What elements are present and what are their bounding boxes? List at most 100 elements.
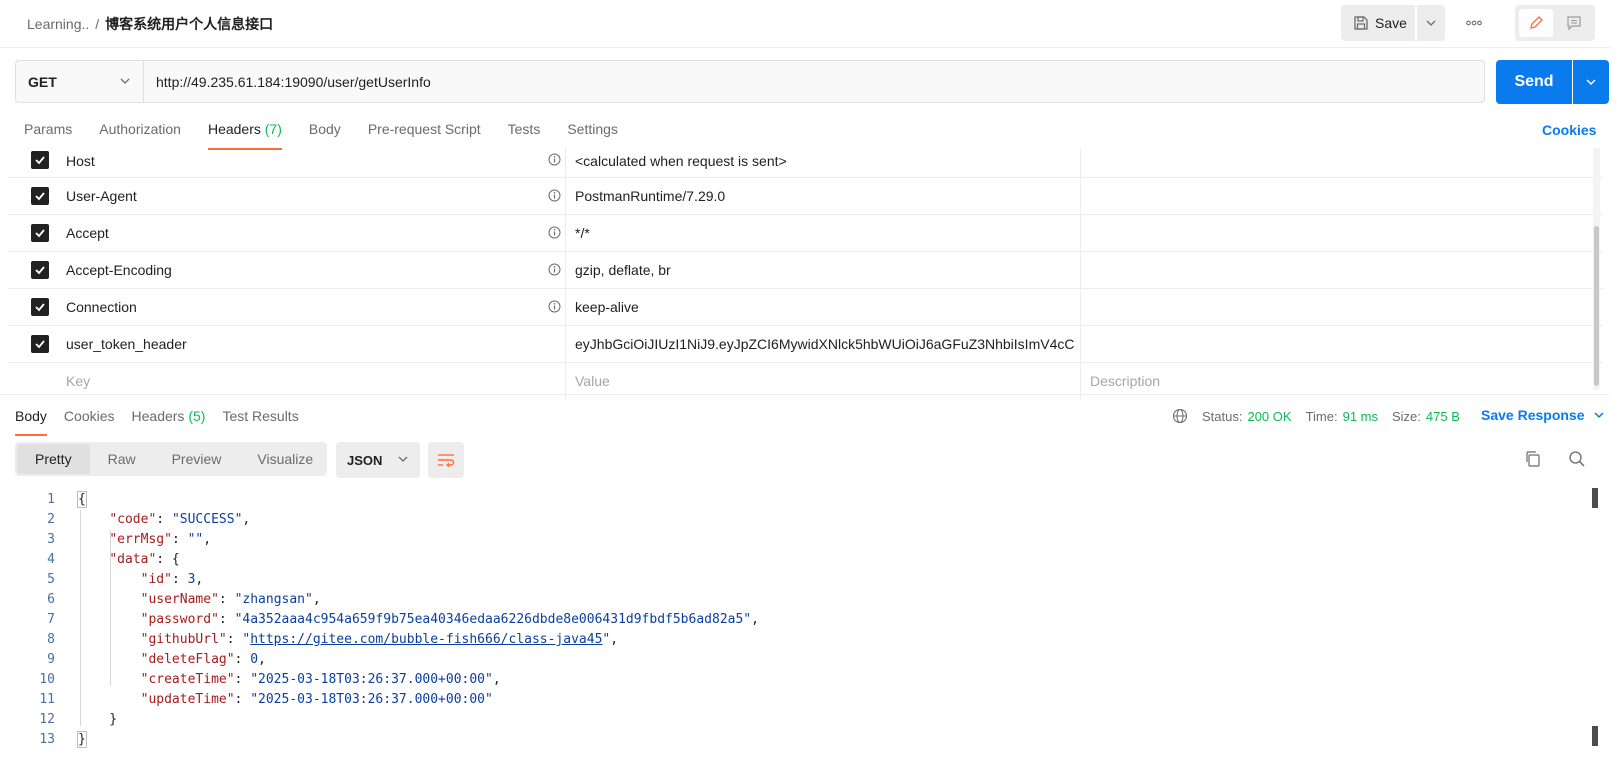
column-divider [565,289,566,325]
cookies-link[interactable]: Cookies [1542,122,1596,138]
header-value[interactable]: gzip, deflate, br [575,252,1080,288]
tab-authorization[interactable]: Authorization [99,118,181,150]
wrap-lines-icon [438,454,455,467]
header-checkbox[interactable] [31,261,49,279]
code-line: 9 "deleteFlag": 0, [47,652,266,667]
code-line: 5 "id": 3, [47,572,204,587]
checkmark-icon [35,303,45,312]
format-tab-preview[interactable]: Preview [154,444,240,474]
save-options-button[interactable] [1417,5,1445,41]
header-checkbox[interactable] [31,335,49,353]
breadcrumb-parent[interactable]: Learning.. [27,16,89,32]
code-line: 12 } [39,712,118,727]
search-button[interactable] [1568,450,1586,471]
header-checkbox[interactable] [31,187,49,205]
header-key[interactable]: Accept [66,215,109,251]
response-headers-count: (5) [188,408,206,424]
tab-tests[interactable]: Tests [508,118,541,150]
header-key[interactable]: Connection [66,289,137,325]
code-line: 6 "userName": "zhangsan", [47,592,321,607]
scrollbar-thumb[interactable] [1594,226,1599,386]
response-tab-headers[interactable]: Headers (5) [132,408,206,436]
more-actions-button[interactable] [1458,8,1490,38]
info-icon[interactable] [548,263,561,276]
tab-params[interactable]: Params [24,118,72,150]
column-divider [565,252,566,288]
edit-mode-button[interactable] [1519,9,1553,37]
info-icon[interactable] [548,226,561,239]
url-input[interactable]: http://49.235.61.184:19090/user/getUserI… [143,60,1485,103]
table-row: user_token_header eyJhbGciOiJIUzI1NiJ9.e… [8,326,1603,363]
tab-settings[interactable]: Settings [567,118,618,150]
checkmark-icon [35,192,45,201]
send-button[interactable]: Send [1496,60,1572,104]
headers-count: (7) [264,121,282,137]
language-select[interactable]: JSON [336,442,420,478]
column-divider [1080,178,1081,214]
column-divider [565,326,566,362]
comments-mode-button[interactable] [1557,9,1591,37]
column-divider [1080,326,1081,362]
header-value[interactable]: PostmanRuntime/7.29.0 [575,178,1080,214]
wrap-lines-button[interactable] [428,442,464,478]
send-options-button[interactable] [1573,60,1609,104]
code-line: 1{ [47,491,87,508]
format-tab-pretty[interactable]: Pretty [17,444,90,474]
response-scrollbar[interactable] [1592,488,1598,750]
header-value[interactable]: eyJhbGciOiJIUzI1NiJ9.eyJpZCI6MywidXNlck5… [575,326,1080,362]
header-value[interactable]: keep-alive [575,289,1080,325]
header-key[interactable]: User-Agent [66,178,137,214]
column-divider [565,178,566,214]
chevron-down-icon [398,456,408,462]
header-checkbox[interactable] [31,298,49,316]
status-value[interactable]: 200 OK [1247,409,1291,424]
globe-icon[interactable] [1172,408,1188,424]
column-divider [1080,289,1081,325]
time-label: Time: [1305,408,1338,424]
checkmark-icon [35,266,45,275]
request-title[interactable]: 博客系统用户个人信息接口 [105,16,273,32]
copy-button[interactable] [1524,450,1542,471]
headers-scrollbar[interactable] [1593,148,1600,390]
header-value[interactable]: */* [575,215,1080,251]
method-label: GET [28,73,57,90]
format-tab-raw[interactable]: Raw [90,444,154,474]
format-tab-visualize[interactable]: Visualize [239,444,331,474]
panel-divider[interactable] [0,394,1610,395]
response-tab-body[interactable]: Body [15,408,47,436]
code-line: 2 "code": "SUCCESS", [47,512,251,527]
save-response-button[interactable]: Save Response [1481,407,1605,423]
url-text: http://49.235.61.184:19090/user/getUserI… [156,73,431,90]
size-value[interactable]: 475 B [1426,409,1460,424]
scrollbar-marker [1592,488,1598,508]
tab-headers[interactable]: Headers (7) [207,118,282,150]
save-button[interactable]: Save [1341,5,1415,41]
tab-body[interactable]: Body [309,118,341,150]
code-line: 11 "updateTime": "2025-03-18T03:26:37.00… [39,692,493,707]
breadcrumb-separator: / [95,16,100,32]
info-icon[interactable] [548,189,561,202]
table-row: Accept */* [8,215,1603,252]
header-checkbox[interactable] [31,151,49,169]
response-tab-cookies[interactable]: Cookies [64,408,115,436]
header-checkbox[interactable] [31,224,49,242]
header-key[interactable]: user_token_header [66,326,187,362]
info-icon[interactable] [548,153,561,166]
breadcrumb: Learning.. / 博客系统用户个人信息接口 [27,14,273,34]
tab-pre-request-script[interactable]: Pre-request Script [368,118,481,150]
header-key[interactable]: Accept-Encoding [66,252,172,288]
code-line: 4 "data": { [47,552,180,567]
info-icon[interactable] [548,300,561,313]
header-value[interactable]: <calculated when request is sent> [575,148,1080,178]
header-key[interactable]: Host [66,148,95,178]
method-select[interactable]: GET [15,60,143,103]
time-value[interactable]: 91 ms [1343,409,1378,424]
github-url-link[interactable]: https://gitee.com/bubble-fish666/class-j… [250,632,602,647]
save-label: Save [1375,15,1407,31]
table-row: Connection keep-alive [8,289,1603,326]
format-tabs: Pretty Raw Preview Visualize [15,442,327,476]
response-body-viewer[interactable]: 1{ 2 "code": "SUCCESS", 3 "errMsg": "", … [0,490,1590,750]
column-divider [1080,215,1081,251]
response-tab-test-results[interactable]: Test Results [222,408,298,436]
more-icon [1466,20,1482,26]
